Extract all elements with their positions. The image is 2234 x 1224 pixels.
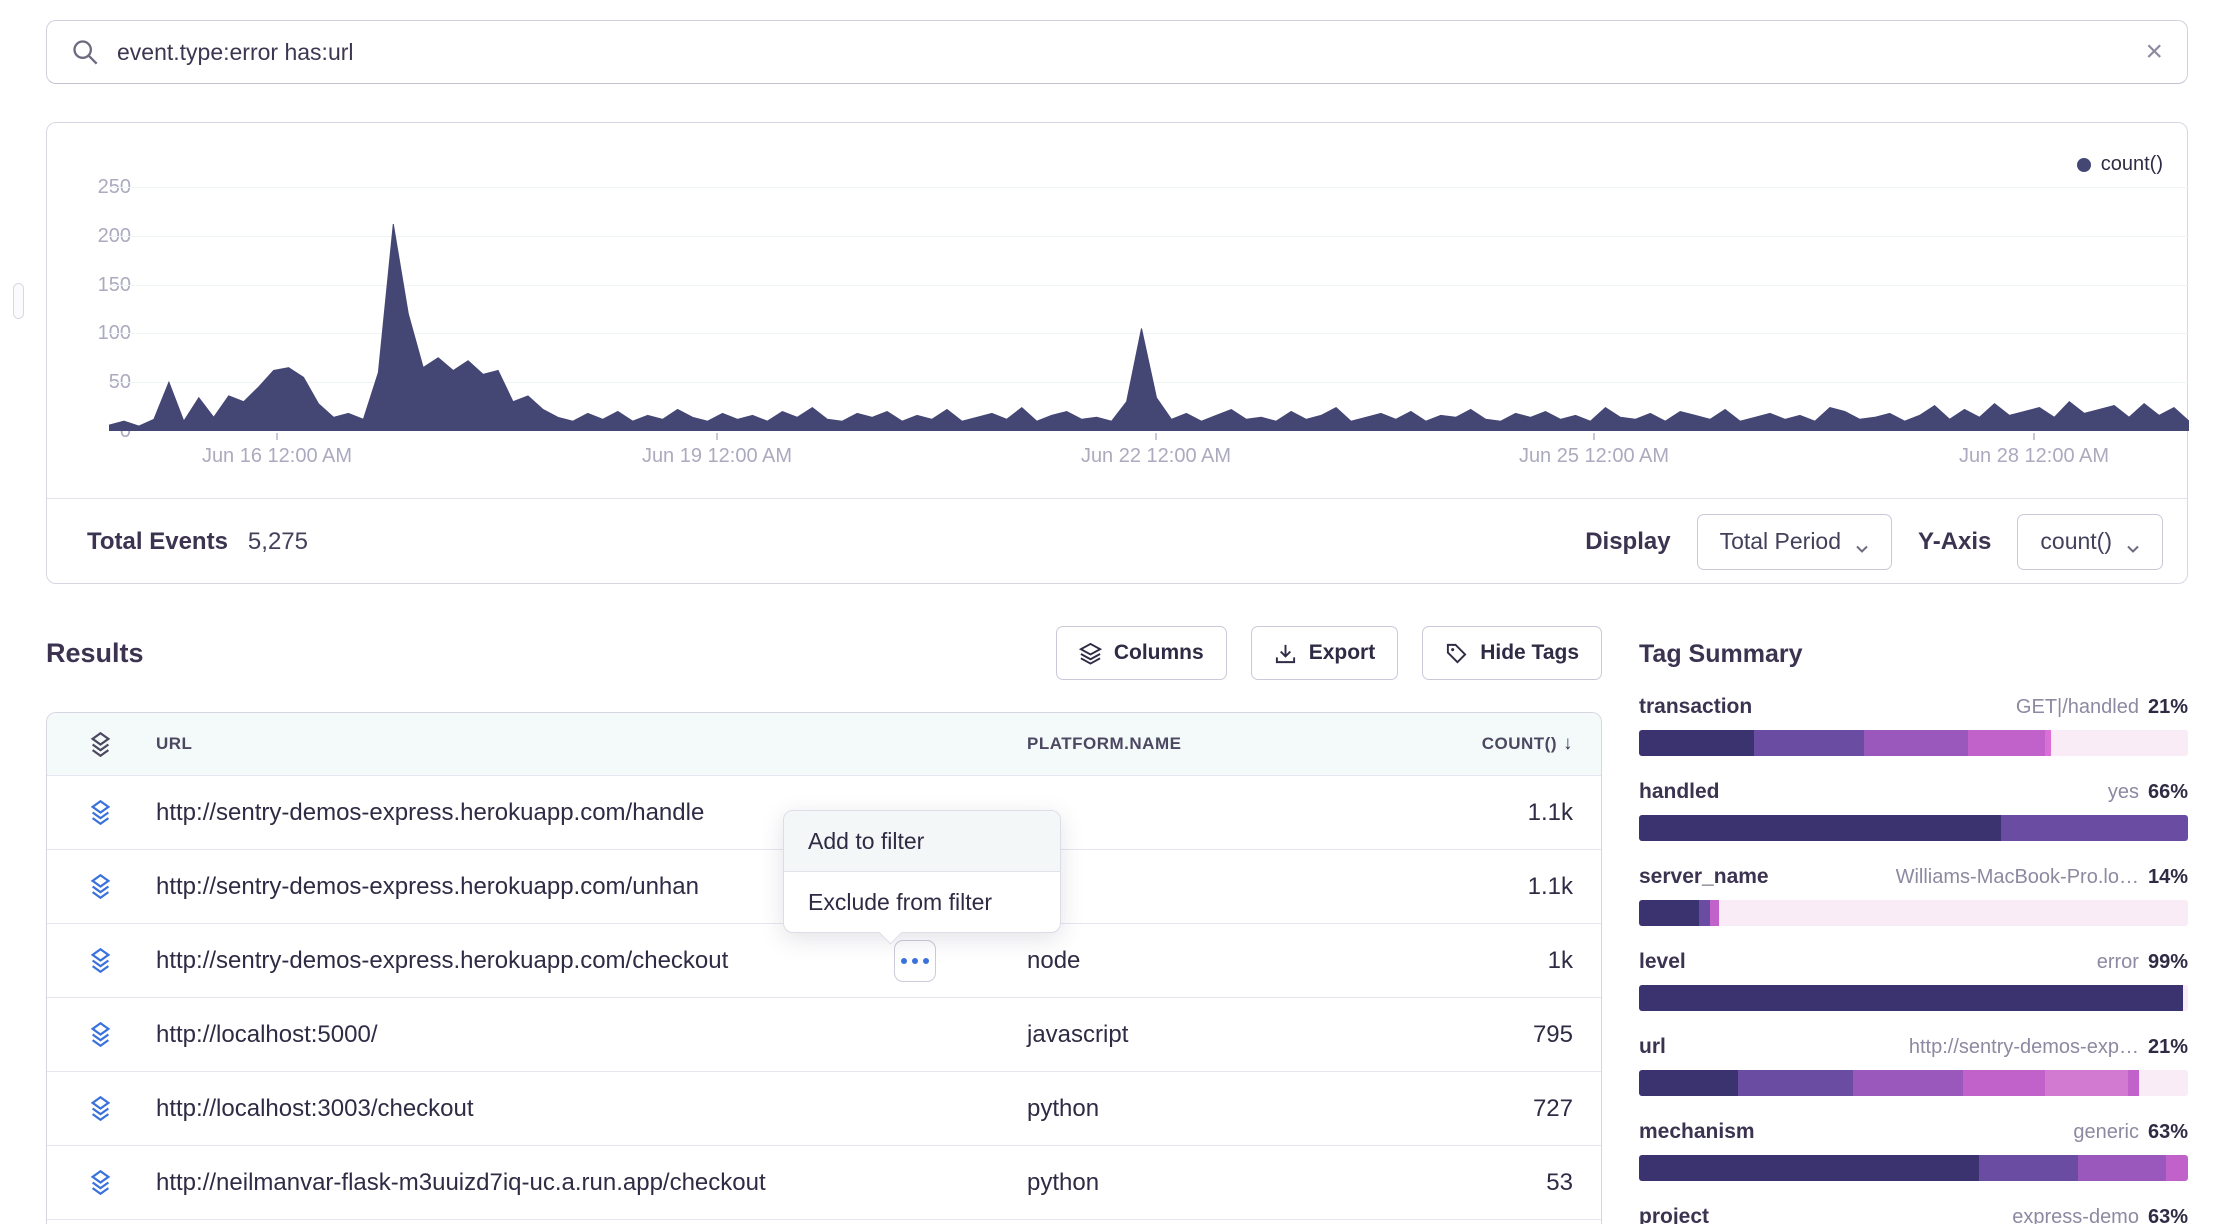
- search-bar[interactable]: event.type:error has:url ×: [46, 20, 2188, 84]
- tag-distribution-bar[interactable]: [1639, 1070, 2188, 1096]
- clear-search-icon[interactable]: ×: [2145, 37, 2163, 67]
- results-heading: Results: [46, 638, 144, 669]
- count-cell: 1.1k: [1447, 799, 1573, 827]
- layers-icon: [1079, 642, 1102, 665]
- x-axis-tick-mark: [2033, 433, 2035, 440]
- events-chart-panel: count() 250 200 150 100 50 0 Jun 16 12:0…: [46, 122, 2188, 584]
- results-header: Results Columns Export Hide Tags: [46, 626, 1602, 680]
- sort-desc-icon: ↓: [1563, 733, 1573, 754]
- url-cell[interactable]: http://localhost:3003/checkout: [156, 1095, 1027, 1123]
- total-events-value: 5,275: [248, 528, 308, 556]
- x-axis-label: Jun 19 12:00 AM: [607, 445, 827, 468]
- yaxis-value: count(): [2040, 528, 2112, 555]
- tag-distribution-bar[interactable]: [1639, 815, 2188, 841]
- column-header-platform[interactable]: PLATFORM.NAME: [1027, 734, 1447, 754]
- x-axis-label: Jun 16 12:00 AM: [167, 445, 387, 468]
- count-cell: 1.1k: [1447, 873, 1573, 901]
- chevron-down-icon: [2126, 535, 2140, 549]
- count-cell: 795: [1447, 1021, 1573, 1049]
- count-cell: 53: [1447, 1169, 1573, 1197]
- total-events-label: Total Events: [87, 528, 228, 556]
- tag-icon: [1445, 642, 1468, 665]
- table-row[interactable]: http://localhost:3003/checkout python 72…: [47, 1071, 1601, 1145]
- tag-entry-mechanism[interactable]: mechanism generic63%: [1639, 1120, 2188, 1181]
- x-axis-label: Jun 22 12:00 AM: [1046, 445, 1266, 468]
- results-table: URL PLATFORM.NAME COUNT()↓ http://sentry…: [46, 712, 1602, 1224]
- column-header-url[interactable]: URL: [156, 734, 1027, 754]
- add-to-filter-item[interactable]: Add to filter: [784, 811, 1060, 871]
- x-axis-tick-mark: [716, 433, 718, 440]
- ellipsis-icon: [923, 958, 929, 964]
- tag-distribution-bar[interactable]: [1639, 900, 2188, 926]
- x-axis-label: Jun 28 12:00 AM: [1924, 445, 2144, 468]
- url-cell[interactable]: http://neilmanvar-flask-m3uuizd7iq-uc.a.…: [156, 1169, 1027, 1197]
- tag-entry-transaction[interactable]: transaction GET|/handled21%: [1639, 695, 2188, 756]
- table-row[interactable]: http://sentry-demos-express.herokuapp.co…: [47, 923, 1601, 997]
- export-button[interactable]: Export: [1251, 626, 1399, 680]
- platform-cell: node: [1027, 947, 1447, 975]
- chevron-down-icon: [1855, 535, 1869, 549]
- x-axis-label: Jun 25 12:00 AM: [1484, 445, 1704, 468]
- stack-icon[interactable]: [87, 1095, 156, 1122]
- stack-icon[interactable]: [87, 1169, 156, 1196]
- event-volume-chart[interactable]: [109, 169, 2189, 431]
- tag-entry-url[interactable]: url http://sentry-demos-exp…21%: [1639, 1035, 2188, 1096]
- row-actions-button[interactable]: [894, 940, 936, 982]
- yaxis-label: Y-Axis: [1918, 528, 1991, 556]
- tag-entry-handled[interactable]: handled yes66%: [1639, 780, 2188, 841]
- download-icon: [1274, 642, 1297, 665]
- display-label: Display: [1585, 528, 1670, 556]
- tag-entry-server-name[interactable]: server_name Williams-MacBook-Pro.lo…14%: [1639, 865, 2188, 926]
- chart-footer: Total Events 5,275 Display Total Period …: [47, 498, 2187, 584]
- stack-icon[interactable]: [87, 799, 156, 826]
- stack-icon[interactable]: [87, 873, 156, 900]
- columns-button[interactable]: Columns: [1056, 626, 1227, 680]
- x-axis-tick-mark: [1155, 433, 1157, 440]
- search-icon: [71, 38, 99, 66]
- hide-tags-button[interactable]: Hide Tags: [1422, 626, 1602, 680]
- tag-distribution-bar[interactable]: [1639, 985, 2188, 1011]
- platform-cell: python: [1027, 1169, 1447, 1197]
- yaxis-select[interactable]: count(): [2017, 514, 2163, 570]
- tag-summary-heading: Tag Summary: [1639, 640, 2188, 669]
- ellipsis-icon: [901, 958, 907, 964]
- table-header-row: URL PLATFORM.NAME COUNT()↓: [47, 713, 1601, 775]
- exclude-from-filter-item[interactable]: Exclude from filter: [784, 872, 1060, 932]
- url-cell[interactable]: http://localhost:5000/: [156, 1021, 1027, 1049]
- x-axis-tick-mark: [1593, 433, 1595, 440]
- ellipsis-icon: [912, 958, 918, 964]
- area-series: [109, 169, 2189, 431]
- count-cell: 1k: [1447, 947, 1573, 975]
- stack-icon[interactable]: [87, 947, 156, 974]
- display-select[interactable]: Total Period: [1697, 514, 1892, 570]
- platform-cell: python: [1027, 1095, 1447, 1123]
- table-row[interactable]: http://neilmanvar-flask-m3uuizd7iq-uc.a.…: [47, 1145, 1601, 1219]
- tag-distribution-bar[interactable]: [1639, 730, 2188, 756]
- x-axis-tick-mark: [276, 433, 278, 440]
- platform-cell: javascript: [1027, 1021, 1447, 1049]
- column-header-count[interactable]: COUNT()↓: [1447, 733, 1573, 755]
- count-cell: 727: [1447, 1095, 1573, 1123]
- display-value: Total Period: [1720, 528, 1841, 555]
- discover-events-page: event.type:error has:url × count() 250 2…: [0, 0, 2234, 1224]
- sidebar-resize-handle[interactable]: [13, 283, 24, 319]
- stack-icon[interactable]: [87, 1021, 156, 1048]
- tag-distribution-bar[interactable]: [1639, 1155, 2188, 1181]
- table-row[interactable]: http://localhost:5000/ javascript 795: [47, 997, 1601, 1071]
- context-menu: Add to filter Exclude from filter: [783, 810, 1061, 933]
- search-input[interactable]: event.type:error has:url: [117, 39, 2145, 66]
- tag-summary-panel: Tag Summary transaction GET|/handled21% …: [1639, 640, 2188, 1224]
- tag-entry-project[interactable]: project express-demo63%: [1639, 1205, 2188, 1224]
- tag-entry-level[interactable]: level error99%: [1639, 950, 2188, 1011]
- stack-icon[interactable]: [87, 731, 156, 758]
- table-row: [47, 1219, 1601, 1224]
